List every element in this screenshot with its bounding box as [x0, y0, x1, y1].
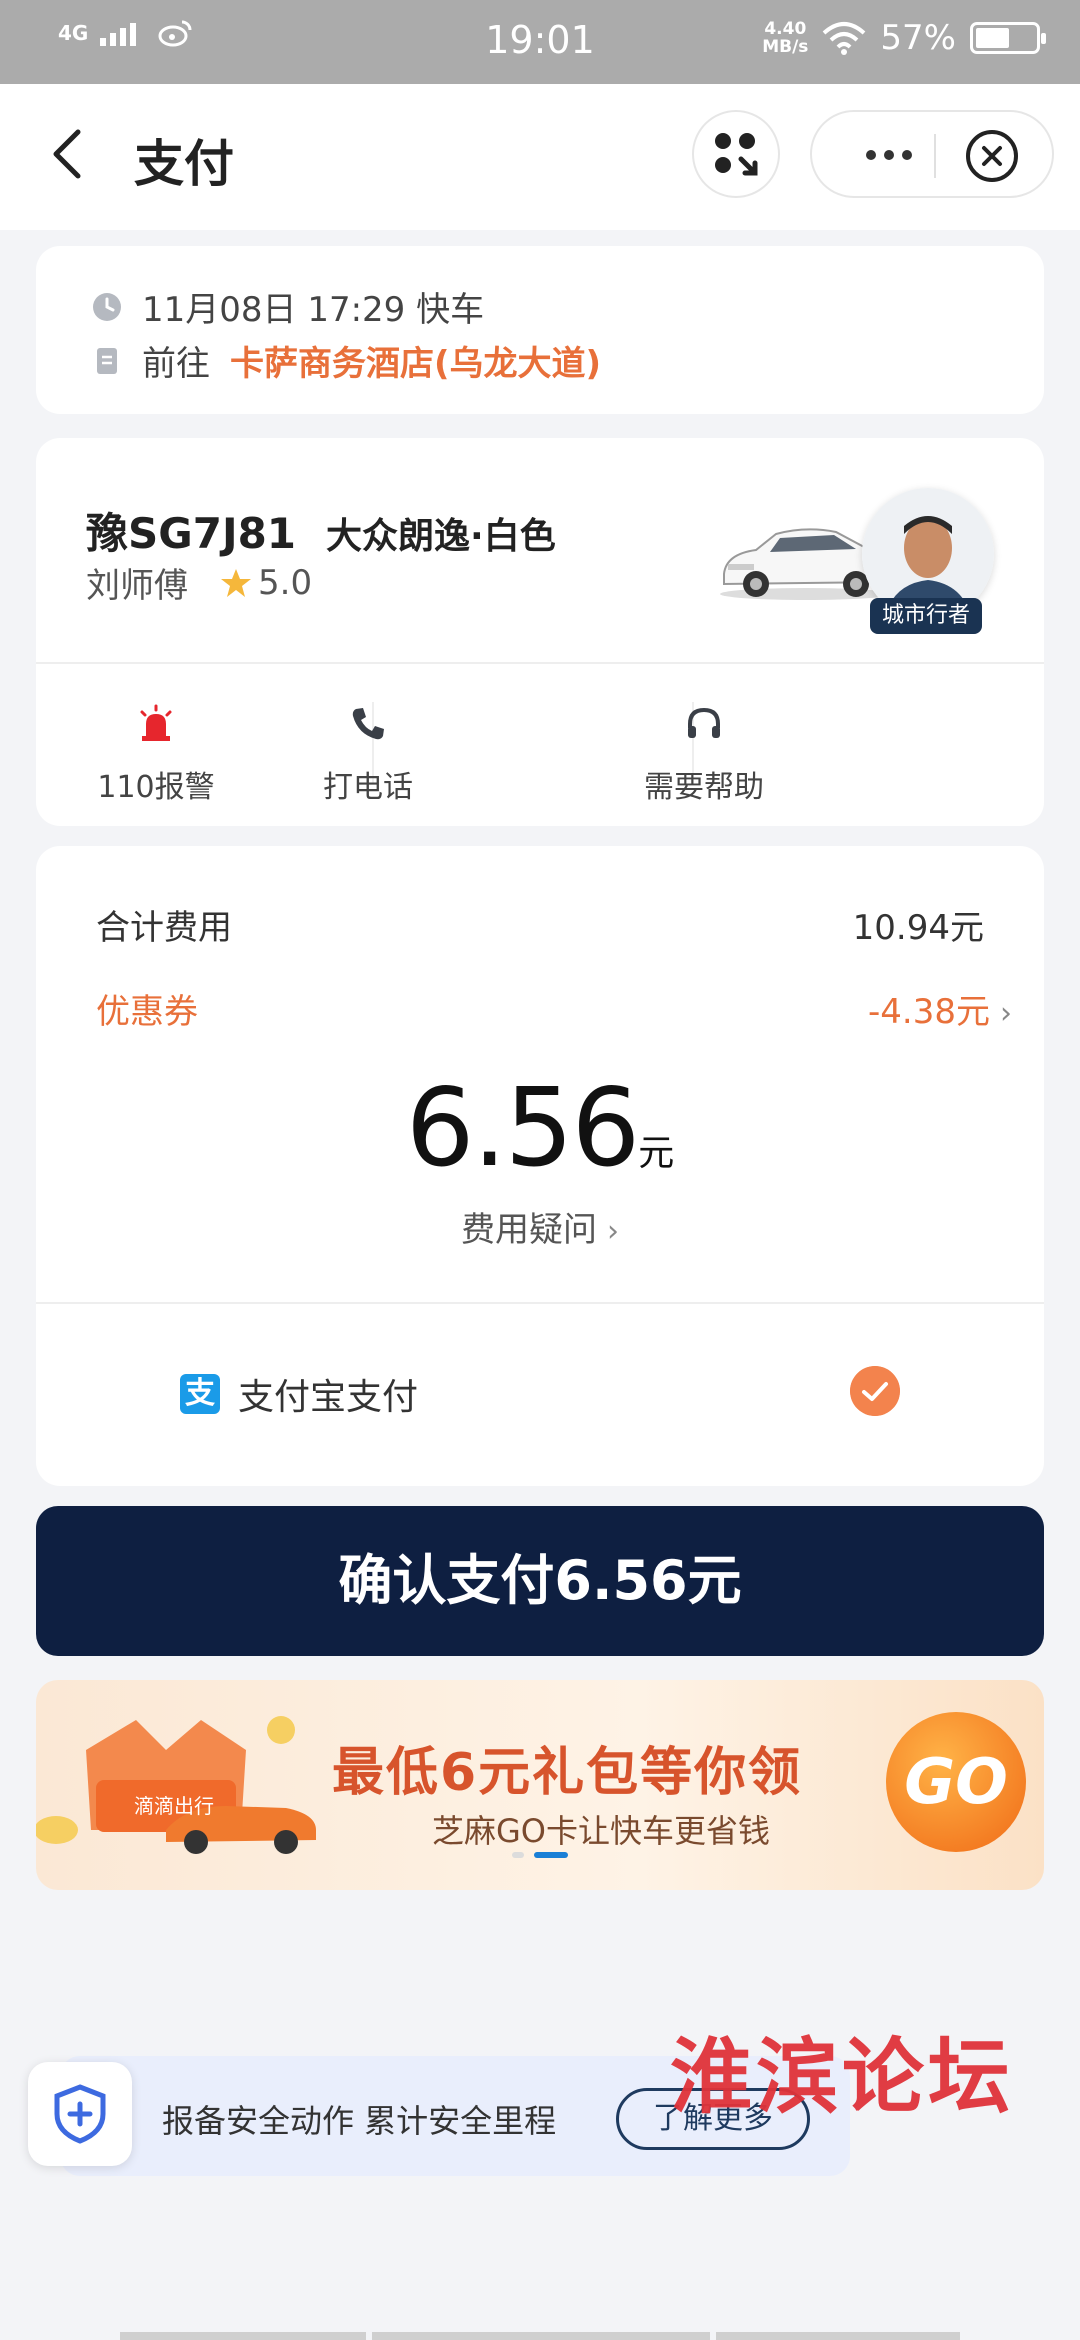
- more-dot: [884, 150, 894, 160]
- capsule-menu: [810, 110, 1054, 198]
- driver-badge: 城市行者: [870, 598, 983, 634]
- headset-icon: [688, 707, 720, 738]
- divider: [36, 1302, 1044, 1304]
- chevron-right-icon: ›: [607, 1214, 619, 1249]
- payment-method[interactable]: 支 支付宝支付: [180, 1368, 418, 1420]
- amount-value: 6.56: [405, 1066, 640, 1191]
- forum-watermark: 淮滨论坛: [670, 2029, 1015, 2125]
- car-model: 大众朗逸·白色: [326, 516, 556, 557]
- driver-info: 刘师傅 5.0: [86, 558, 312, 607]
- more-button[interactable]: [844, 132, 934, 178]
- status-right: 4.40 MB/s 57%: [762, 18, 1046, 58]
- go-logo: GO: [886, 1712, 1026, 1852]
- police-button[interactable]: 110报警: [36, 704, 276, 806]
- payable-amount: 6.56元: [36, 1066, 1044, 1191]
- document-icon: [97, 347, 117, 374]
- total-label: 合计费用: [96, 908, 232, 948]
- coupon-label: 优惠券: [96, 992, 198, 1032]
- rating-value: 5.0: [258, 562, 313, 603]
- status-bar: 4G 19:01 4.40 MB/s 57%: [0, 0, 1080, 84]
- mini-program-button[interactable]: [692, 110, 780, 198]
- star-icon: [221, 568, 251, 597]
- trip-destination-row: 前往 卡萨商务酒店(乌龙大道): [92, 336, 601, 385]
- phone-icon: [352, 708, 384, 740]
- license-plate: 豫SG7J81: [86, 509, 297, 558]
- more-dot: [902, 150, 912, 160]
- close-icon[interactable]: [964, 128, 1020, 184]
- police-label: 110报警: [97, 770, 215, 805]
- trip-info-card: 11月08日 17:29 快车 前往 卡萨商务酒店(乌龙大道): [36, 246, 1044, 414]
- bottom-bar-segment: [372, 2332, 710, 2340]
- gift-box-image: [36, 1716, 316, 1854]
- destination-name: 卡萨商务酒店(乌龙大道): [230, 344, 602, 384]
- chevron-right-icon: ›: [1000, 996, 1012, 1031]
- bottom-bar-segment: [120, 2332, 366, 2340]
- safety-text: 报备安全动作 累计安全里程: [162, 2102, 557, 2140]
- brand-label: 滴滴出行: [134, 1794, 214, 1818]
- clock-icon: [93, 292, 121, 321]
- fare-card: 合计费用 10.94元 优惠券 -4.38元 › 6.56元 费用疑问 › 支 支付…: [36, 846, 1044, 1486]
- coupon-row[interactable]: 优惠券 -4.38元 ›: [96, 984, 1012, 1033]
- banner-title: 最低6元礼包等你领: [332, 1743, 803, 1803]
- driver-card: 豫SG7J81 大众朗逸·白色 刘师傅 5.0 城市行者 110报警 打电话 需…: [36, 438, 1044, 826]
- network-speed: 4.40 MB/s: [762, 20, 808, 56]
- capsule-divider: [934, 134, 936, 178]
- speed-unit: MB/s: [762, 37, 809, 57]
- call-label: 打电话: [323, 770, 413, 805]
- fare-question-label: 费用疑问: [461, 1210, 597, 1250]
- shield-icon: [54, 2084, 106, 2144]
- payment-method-label: 支付宝支付: [238, 1377, 419, 1418]
- alarm-icon: [140, 704, 172, 741]
- promo-banner[interactable]: 滴滴出行 最低6元礼包等你领 芝麻GO卡让快车更省钱 GO: [36, 1680, 1044, 1890]
- carousel-dot-active: [534, 1852, 568, 1858]
- trip-time-row: 11月08日 17:29 快车: [92, 282, 484, 331]
- driver-name: 刘师傅: [86, 566, 188, 606]
- destination-prefix: 前往: [142, 344, 210, 384]
- fare-question-link[interactable]: 费用疑问 ›: [36, 1202, 1044, 1251]
- apps-icon: [715, 133, 758, 176]
- banner-subtitle: 芝麻GO卡让快车更省钱: [432, 1812, 770, 1850]
- page-title: 支付: [134, 135, 234, 193]
- total-fare-row: 合计费用 10.94元: [96, 900, 1012, 949]
- divider: [36, 662, 1044, 664]
- coupon-value-wrap: -4.38元 ›: [868, 984, 1012, 1033]
- speed-value: 4.40: [764, 19, 807, 39]
- driver-rating: 5.0: [220, 563, 312, 603]
- total-value: 10.94元: [852, 908, 984, 948]
- wifi-icon: [823, 22, 866, 55]
- carousel-dot: [512, 1852, 524, 1858]
- trip-datetime: 11月08日 17:29 快车: [142, 290, 485, 330]
- vehicle-info: 豫SG7J81 大众朗逸·白色: [86, 500, 556, 561]
- bottom-bar-segment: [716, 2332, 960, 2340]
- nav-bar: 支付: [0, 84, 1080, 230]
- carousel-indicator: [512, 1852, 568, 1858]
- coupon-value: -4.38元: [868, 992, 990, 1032]
- back-icon[interactable]: [40, 124, 100, 184]
- battery-icon: [970, 22, 1046, 54]
- alipay-icon: 支: [180, 1374, 220, 1414]
- more-dot: [866, 150, 876, 160]
- checkmark-icon[interactable]: [850, 1366, 900, 1416]
- amount-unit: 元: [638, 1133, 675, 1174]
- help-button[interactable]: 需要帮助: [584, 704, 824, 806]
- battery-level: [976, 28, 1009, 48]
- call-button[interactable]: 打电话: [248, 704, 488, 806]
- safety-shield-button[interactable]: [28, 2062, 132, 2166]
- confirm-pay-button[interactable]: 确认支付6.56元: [36, 1506, 1044, 1656]
- help-label: 需要帮助: [644, 770, 764, 805]
- battery-percent: 57%: [880, 18, 956, 58]
